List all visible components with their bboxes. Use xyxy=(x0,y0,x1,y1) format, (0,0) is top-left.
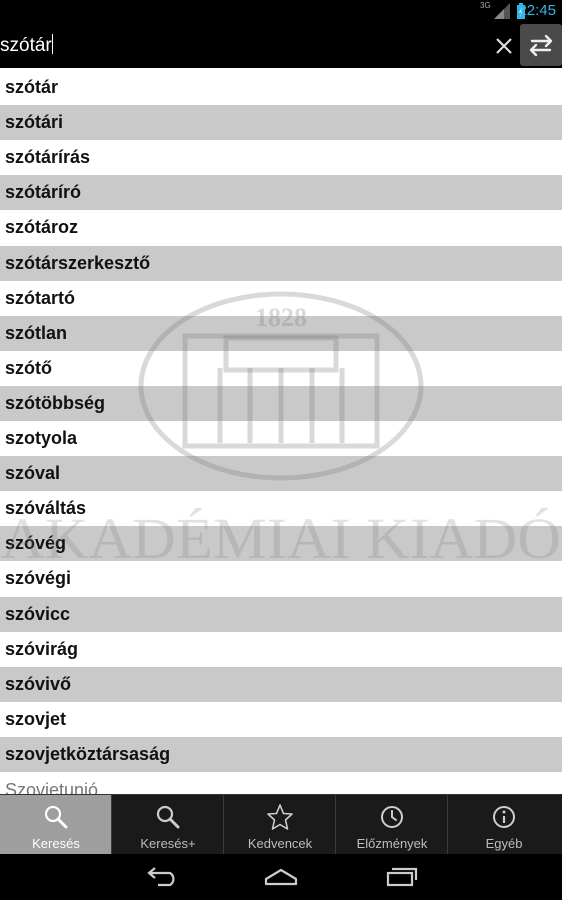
list-item[interactable]: szóvivő xyxy=(0,666,562,702)
search-input-value: szótár xyxy=(0,35,52,56)
tab-history[interactable]: Előzmények xyxy=(336,795,448,855)
bottom-tab-bar: Keresés Keresés+ Kedvencek Előzmények Eg… xyxy=(0,794,562,855)
list-item-word: szóvivő xyxy=(5,673,72,694)
list-item[interactable]: szótár xyxy=(0,70,562,105)
search-bar: szótár xyxy=(0,22,562,68)
list-item[interactable]: szótartó xyxy=(0,280,562,316)
list-item[interactable]: Szovjetunió xyxy=(0,772,562,794)
list-item-word: szotyola xyxy=(5,428,78,448)
list-item[interactable]: szóvicc xyxy=(0,596,562,632)
list-item[interactable]: szótöbbség xyxy=(0,385,562,421)
list-item[interactable]: szóvirág xyxy=(0,631,562,667)
clear-search-button[interactable] xyxy=(490,32,518,60)
list-item[interactable]: szóvég xyxy=(0,526,562,562)
list-item-word: szótári xyxy=(5,112,64,133)
list-item[interactable]: szóval xyxy=(0,456,562,492)
list-item[interactable]: szótő xyxy=(0,350,562,386)
list-item-word: szovjet xyxy=(5,708,67,729)
list-item[interactable]: szótárszerkesztő xyxy=(0,245,562,281)
back-icon[interactable] xyxy=(144,864,180,888)
clock-time: 22:45 xyxy=(518,2,556,19)
list-item-word: szótartó xyxy=(5,287,76,308)
system-navigation-bar xyxy=(0,854,562,900)
tab-favorites-label: Kedvencek xyxy=(247,836,313,851)
list-item-word: szótő xyxy=(5,357,52,378)
list-item-word: Szovjetunió xyxy=(5,780,99,794)
tab-search-plus-label: Keresés+ xyxy=(140,836,196,851)
search-icon xyxy=(44,805,68,829)
tab-other-label: Egyéb xyxy=(485,836,523,851)
list-item-word: szóvicc xyxy=(5,603,71,624)
tab-favorites[interactable]: Kedvencek xyxy=(224,795,336,855)
list-item-word: szótlan xyxy=(5,322,68,343)
list-item-word: szótáríró xyxy=(5,182,82,203)
tab-search[interactable]: Keresés xyxy=(0,795,112,855)
list-item-word: szóváltás xyxy=(5,498,87,519)
home-icon[interactable] xyxy=(263,864,299,888)
status-bar: 3G 22:45 xyxy=(0,0,562,22)
recent-apps-icon[interactable] xyxy=(384,864,420,888)
list-item-word: szótárszerkesztő xyxy=(5,252,151,273)
list-item[interactable]: szótárírás xyxy=(0,140,562,176)
tab-search-label: Keresés xyxy=(32,836,80,851)
list-item[interactable]: szóváltás xyxy=(0,491,562,527)
list-item-word: szóvégi xyxy=(5,568,72,589)
list-item[interactable]: szóvégi xyxy=(0,561,562,597)
list-item-word: szótárírás xyxy=(5,147,91,168)
list-item-word: szóval xyxy=(5,463,61,484)
list-item[interactable]: szótári xyxy=(0,105,562,141)
swap-language-button[interactable] xyxy=(520,24,562,66)
list-item[interactable]: szótáríró xyxy=(0,175,562,211)
results-list[interactable]: szótár szótári szótárírás szótáríró szótároz… xyxy=(0,68,562,794)
list-item-word: szóvég xyxy=(5,533,67,554)
list-item-word: szótár xyxy=(5,77,59,97)
star-icon xyxy=(267,804,293,830)
network-type-label: 3G xyxy=(480,1,491,10)
list-item[interactable]: szovjetköztársaság xyxy=(0,736,562,772)
list-item-word: szótároz xyxy=(5,217,79,238)
swap-arrows-icon xyxy=(529,34,553,57)
search-input[interactable]: szótár xyxy=(0,34,53,57)
list-item[interactable]: szotyola xyxy=(0,421,562,456)
list-item[interactable]: szovjet xyxy=(0,701,562,737)
list-item-word: szovjetköztársaság xyxy=(5,743,171,764)
tab-history-label: Előzmények xyxy=(356,836,428,851)
tab-search-plus[interactable]: Keresés+ xyxy=(112,795,224,855)
text-caret xyxy=(51,34,53,54)
list-item[interactable]: szótlan xyxy=(0,315,562,351)
info-icon xyxy=(493,806,515,828)
list-item-word: szóvirág xyxy=(5,638,79,659)
search-plus-icon xyxy=(156,805,180,829)
list-item-word: szótöbbség xyxy=(5,392,106,413)
tab-other[interactable]: Egyéb xyxy=(448,795,562,855)
clock-icon xyxy=(381,806,403,828)
signal-icon xyxy=(494,3,510,19)
list-item[interactable]: szótároz xyxy=(0,210,562,246)
